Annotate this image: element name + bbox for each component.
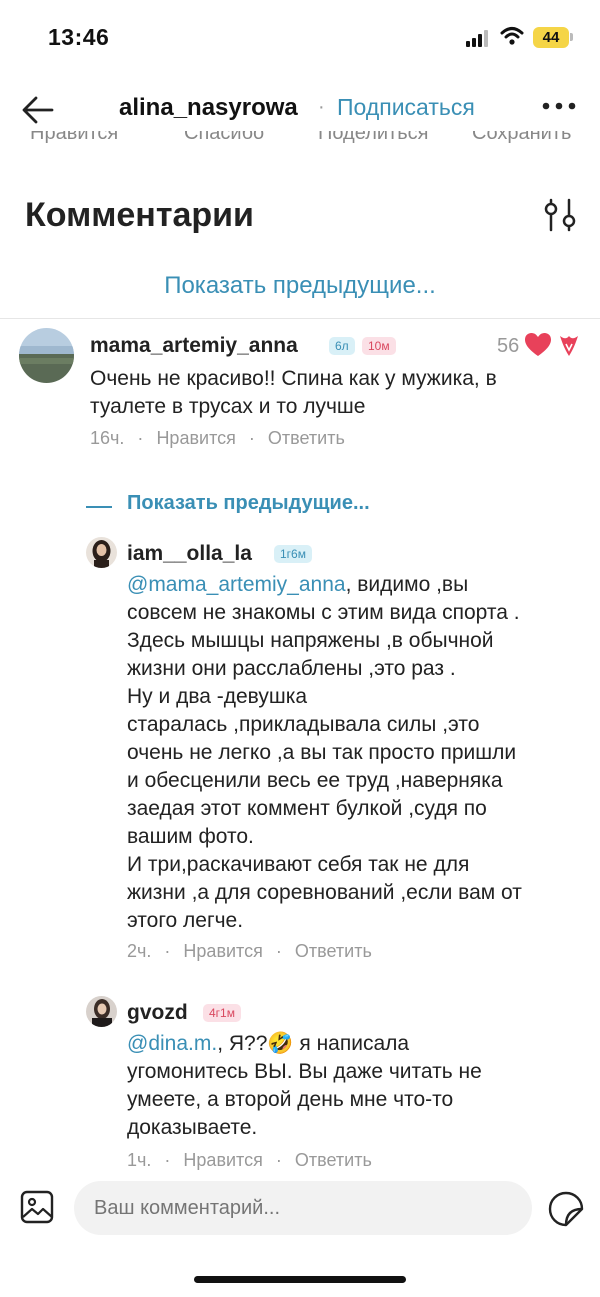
action-share[interactable]: Поделиться <box>318 131 428 151</box>
reply-line: Ну и два -девушка <box>127 685 308 708</box>
comment-text: Очень не красиво!! Спина как у мужика, в… <box>90 367 497 418</box>
reply-line: , видимо ,вы <box>345 573 469 596</box>
reply-line: старалась ,прикладывала силы ,это <box>127 713 480 736</box>
header-username[interactable]: alina_nasyrowa <box>119 94 298 122</box>
more-icon[interactable] <box>541 100 577 112</box>
badge-time: 10м <box>362 337 396 355</box>
badge-time: 4г1м <box>203 1004 241 1022</box>
reply-line: умеете, а второй день мне что-то <box>127 1088 454 1111</box>
show-previous-comments[interactable]: Показать предыдущие... <box>0 272 600 300</box>
divider <box>0 318 600 319</box>
sticker-icon[interactable] <box>547 1190 585 1228</box>
meta-dot: · <box>275 941 282 961</box>
reply-button[interactable]: Ответить <box>295 941 372 961</box>
reply-line: , Я??🤣 я написала <box>217 1032 410 1055</box>
reply-username[interactable]: iam__olla_la <box>127 542 252 566</box>
wifi-icon <box>500 27 524 45</box>
comment-time: 16ч. <box>90 428 125 448</box>
comment-username[interactable]: mama_artemiy_anna <box>90 334 298 358</box>
mention-link[interactable]: @mama_artemiy_anna <box>127 573 346 596</box>
reply-line: жизни ,а для соревнований ,если вам от <box>127 881 522 904</box>
reply-text: @dina.m., Я??🤣 я написала угомонитесь ВЫ… <box>127 1030 587 1142</box>
meta-dot: · <box>164 941 171 961</box>
like-count: 56 <box>497 335 520 357</box>
action-save[interactable]: Сохранить <box>472 131 571 151</box>
heart-icon[interactable] <box>524 332 552 358</box>
reply-line: И три,раскачивают себя так не для <box>127 853 470 876</box>
reply-meta: 2ч. · Нравится · Ответить <box>127 941 372 962</box>
reply-time: 2ч. <box>127 941 152 961</box>
reply-line: очень не легко ,а вы так просто пришли <box>127 741 517 764</box>
comments-title: Комментарии <box>25 196 254 234</box>
home-indicator <box>194 1276 406 1283</box>
battery-tip <box>570 33 573 41</box>
action-like[interactable]: Нравится <box>30 131 118 151</box>
filter-icon[interactable] <box>542 198 578 232</box>
reply-time: 1ч. <box>127 1150 152 1170</box>
reply-meta: 1ч. · Нравится · Ответить <box>127 1150 372 1171</box>
subscribe-button[interactable]: Подписаться <box>337 94 475 121</box>
reply-line: заедая этот коммент булкой ,судя по <box>127 797 487 820</box>
reply-line: этого легче. <box>127 909 244 932</box>
badge-time: 1г6м <box>274 545 312 563</box>
show-previous-replies[interactable]: Показать предыдущие... <box>127 492 370 515</box>
status-time: 13:46 <box>48 24 110 50</box>
reply-button[interactable]: Ответить <box>295 1150 372 1170</box>
reply-line: совсем не знакомы с этим вида спорта . <box>127 601 520 624</box>
reply-text: @mama_artemiy_anna, видимо ,вы совсем не… <box>127 571 587 935</box>
comment-meta: 16ч. · Нравится · Ответить <box>90 428 345 449</box>
meta-dot: · <box>137 428 144 448</box>
reply-username[interactable]: gvozd <box>127 1001 188 1025</box>
like-button[interactable]: Нравится <box>156 428 235 448</box>
reply-line: жизни они расслаблены ,это раз . <box>127 657 456 680</box>
replies-toggle-line <box>86 506 112 508</box>
mention-link[interactable]: @dina.m. <box>127 1032 217 1055</box>
avatar[interactable] <box>86 537 117 568</box>
badge-level: 6л <box>329 337 355 355</box>
avatar[interactable] <box>19 328 74 383</box>
reply-button[interactable]: Ответить <box>268 428 345 448</box>
header-separator: · <box>318 96 325 118</box>
like-button[interactable]: Нравится <box>183 1150 262 1170</box>
reply-line: вашим фото. <box>127 825 254 848</box>
meta-dot: · <box>248 428 255 448</box>
action-thanks[interactable]: Спасибо <box>184 131 264 151</box>
like-button[interactable]: Нравится <box>183 941 262 961</box>
reply-line: и обесценили весь ее труд ,наверняка <box>127 769 503 792</box>
comment-input[interactable] <box>74 1181 532 1235</box>
back-arrow-icon[interactable] <box>20 92 56 128</box>
meta-dot: · <box>164 1150 171 1170</box>
signal-icon <box>466 30 488 47</box>
reply-line: Здесь мышцы напряжены ,в обычной <box>127 629 494 652</box>
meta-dot: · <box>275 1150 282 1170</box>
image-icon[interactable] <box>20 1190 54 1224</box>
battery-indicator: 44 <box>533 27 569 48</box>
reply-line: доказываете. <box>127 1116 258 1139</box>
avatar[interactable] <box>86 996 117 1027</box>
tulip-icon[interactable] <box>556 332 582 358</box>
reply-line: угомонитесь ВЫ. Вы даже читать не <box>127 1060 482 1083</box>
